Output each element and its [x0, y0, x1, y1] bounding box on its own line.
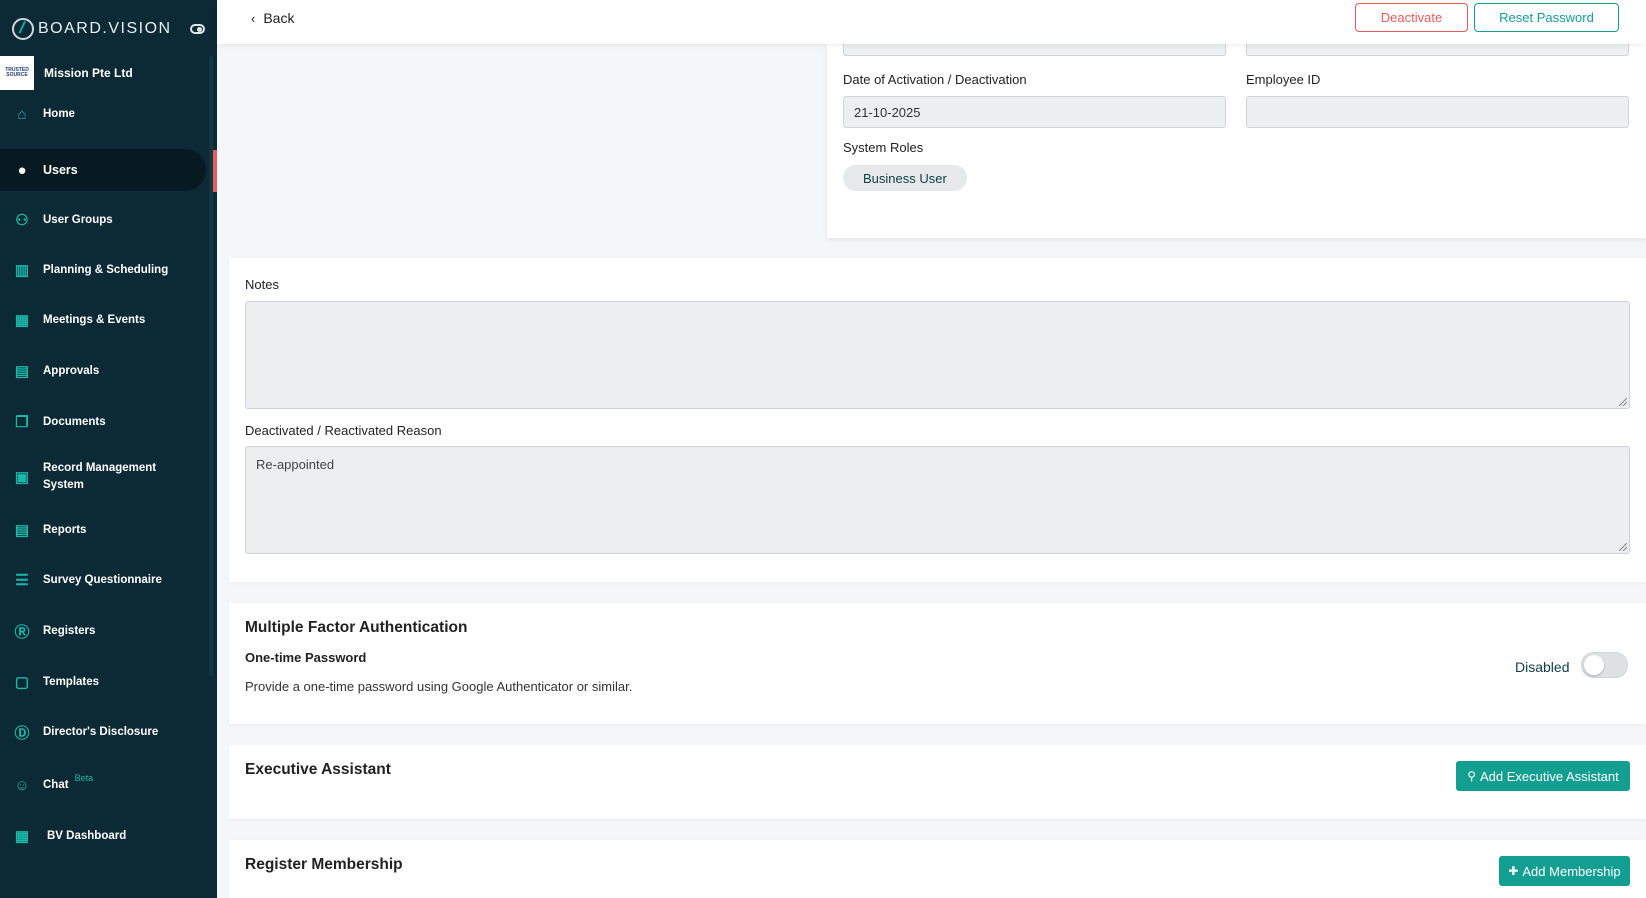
sidebar-item-approvals[interactable]: ▤ Approvals — [0, 351, 206, 391]
plus-icon: ✚ — [1508, 864, 1519, 878]
user-groups-icon: ⚇ — [15, 212, 29, 229]
mfa-toggle[interactable] — [1581, 652, 1628, 678]
organization-logo: TRUSTED SOURCE — [0, 56, 34, 90]
notes-textarea[interactable] — [245, 301, 1630, 409]
sidebar-toggle-icon[interactable] — [190, 24, 205, 34]
sidebar-item-label: Record Management System — [43, 462, 157, 491]
sidebar-item-label: Approvals — [43, 364, 100, 377]
sidebar-item-label: Registers — [43, 624, 96, 637]
chat-icon: ☺ — [14, 776, 30, 794]
back-label: Back — [263, 10, 295, 26]
user-add-icon: ⚲ — [1467, 769, 1477, 783]
system-role-chip: Business User — [843, 165, 967, 191]
sidebar-item-label: Meetings & Events — [43, 313, 146, 326]
sidebar-item-planning-scheduling[interactable]: ▥ Planning & Scheduling — [0, 250, 206, 290]
system-roles-label: System Roles — [843, 140, 924, 155]
sidebar-item-documents[interactable]: ❐ Documents — [0, 402, 206, 442]
reset-password-button[interactable]: Reset Password — [1474, 3, 1619, 32]
sidebar-item-templates[interactable]: ▢ Templates — [0, 662, 206, 702]
documents-icon: ❐ — [15, 414, 29, 431]
sidebar-item-label: Chat — [43, 778, 69, 791]
reason-text: Re-appointed — [256, 457, 335, 472]
employee-id-label: Employee ID — [1246, 72, 1321, 87]
date-field[interactable]: 21-10-2025 — [843, 96, 1226, 128]
deactivate-button[interactable]: Deactivate — [1355, 3, 1468, 32]
top-bar: ‹ Back Deactivate Reset Password — [217, 0, 1646, 44]
toggle-knob — [1584, 655, 1604, 675]
date-label: Date of Activation / Deactivation — [843, 72, 1027, 87]
sidebar-item-record-management[interactable]: ▣ Record Management System — [0, 456, 206, 498]
disclosure-icon: Ⓓ — [14, 724, 30, 742]
user-details-card: Date of Activation / Deactivation 21-10-… — [827, 36, 1646, 238]
mfa-status: Disabled — [1515, 659, 1570, 675]
sidebar-item-directors-disclosure[interactable]: Ⓓ Director's Disclosure — [0, 712, 206, 752]
sidebar-item-user-groups[interactable]: ⚇ User Groups — [0, 200, 206, 240]
approvals-icon: ▤ — [14, 363, 30, 380]
dashboard-icon: ▦ — [14, 828, 30, 845]
sidebar-item-label: Templates — [43, 675, 100, 688]
sidebar-item-registers[interactable]: Ⓡ Registers — [0, 611, 206, 651]
active-indicator — [213, 150, 217, 192]
add-executive-assistant-button[interactable]: ⚲ Add Executive Assistant — [1456, 761, 1630, 791]
add-membership-label: Add Membership — [1522, 863, 1621, 879]
notes-label: Notes — [245, 277, 279, 292]
otp-title: One-time Password — [245, 650, 367, 665]
sidebar-item-label: Director's Disclosure — [43, 725, 159, 738]
brand-name: BOARD.VISION — [38, 20, 172, 37]
sidebar-item-label: Home — [43, 107, 75, 120]
sidebar-item-label: Users — [43, 162, 78, 177]
sidebar-item-meetings-events[interactable]: ▦ Meetings & Events — [0, 300, 206, 340]
scrolled-field[interactable] — [1246, 44, 1629, 56]
sidebar-item-reports[interactable]: ▤ Reports — [0, 510, 206, 550]
reason-label: Deactivated / Reactivated Reason — [245, 423, 442, 438]
scrolled-field[interactable] — [843, 44, 1226, 56]
planning-icon: ▥ — [14, 262, 30, 279]
sidebar-scrollbar[interactable] — [209, 56, 213, 676]
executive-assistant-card: Executive Assistant ⚲ Add Executive Assi… — [229, 745, 1646, 819]
sidebar-item-label: Survey Questionnaire — [43, 573, 162, 586]
sidebar-item-chat[interactable]: ☺ Chat Beta — [0, 765, 206, 805]
sidebar-item-survey[interactable]: ☰ Survey Questionnaire — [0, 560, 206, 600]
calendar-icon: ▦ — [14, 312, 30, 329]
board-vision-logo-icon — [12, 18, 34, 40]
sidebar-item-label: Documents — [43, 415, 106, 428]
user-icon: ● — [17, 161, 27, 179]
back-button[interactable]: ‹ Back — [251, 10, 294, 26]
register-membership-title: Register Membership — [245, 856, 403, 873]
add-membership-button[interactable]: ✚ Add Membership — [1499, 856, 1630, 886]
home-icon: ⌂ — [17, 105, 27, 123]
reports-icon: ▤ — [14, 522, 30, 539]
sidebar-item-home[interactable]: ⌂ Home — [0, 94, 206, 134]
templates-icon: ▢ — [14, 674, 30, 691]
resize-grip-icon[interactable] — [1619, 543, 1627, 551]
sidebar-item-label: User Groups — [43, 213, 113, 226]
organization-switcher[interactable]: TRUSTED SOURCE Mission Pte Ltd — [0, 56, 133, 90]
chevron-left-icon: ‹ — [251, 10, 256, 26]
mfa-card: Multiple Factor Authentication One-time … — [229, 603, 1646, 724]
organization-name: Mission Pte Ltd — [44, 66, 133, 80]
beta-badge: Beta — [74, 773, 94, 783]
sidebar-item-label: Planning & Scheduling — [43, 263, 169, 276]
survey-icon: ☰ — [15, 572, 29, 589]
registers-icon: Ⓡ — [14, 623, 30, 641]
add-executive-assistant-label: Add Executive Assistant — [1480, 768, 1619, 784]
sidebar-item-bv-dashboard[interactable]: ▦ BV Dashboard — [0, 816, 206, 856]
register-membership-card: Register Membership ✚ Add Membership — [229, 840, 1646, 898]
resize-grip-icon[interactable] — [1619, 398, 1627, 406]
notes-card: Notes Deactivated / Reactivated Reason R… — [229, 258, 1646, 582]
reason-textarea[interactable]: Re-appointed — [245, 446, 1630, 554]
sidebar-item-label: Reports — [43, 523, 87, 536]
otp-description: Provide a one-time password using Google… — [245, 679, 633, 694]
brand[interactable]: BOARD.VISION — [12, 16, 172, 42]
mfa-title: Multiple Factor Authentication — [245, 619, 468, 636]
employee-id-field[interactable] — [1246, 96, 1629, 128]
records-icon: ▣ — [14, 469, 30, 486]
sidebar-item-users[interactable]: ● Users — [0, 149, 206, 191]
sidebar-item-label: BV Dashboard — [47, 829, 127, 842]
executive-assistant-title: Executive Assistant — [245, 761, 391, 778]
sidebar: BOARD.VISION TRUSTED SOURCE Mission Pte … — [0, 0, 217, 898]
